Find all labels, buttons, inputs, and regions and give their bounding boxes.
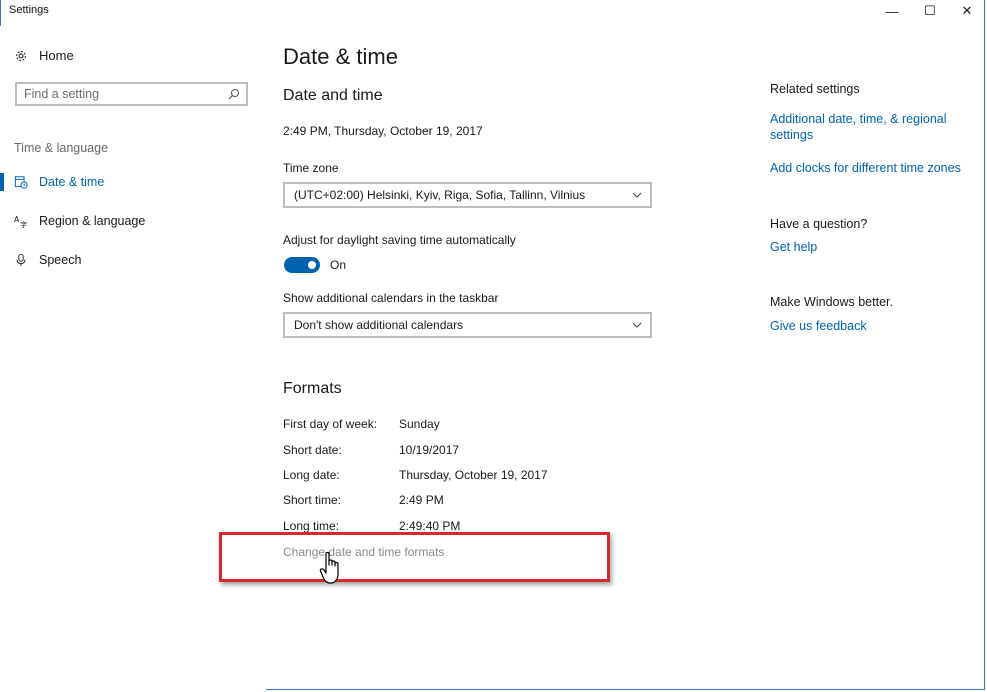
format-key: Short time: <box>283 493 342 507</box>
get-help-link[interactable]: Get help <box>770 239 970 255</box>
format-value: Thursday, October 19, 2017 <box>399 468 548 482</box>
format-value: Sunday <box>399 417 440 431</box>
sidebar-item-label: Speech <box>39 253 82 267</box>
format-key: First day of week: <box>283 417 378 431</box>
time-zone-dropdown[interactable]: (UTC+02:00) Helsinki, Kyiv, Riga, Sofia,… <box>283 182 652 208</box>
close-button[interactable]: ✕ <box>950 0 984 22</box>
make-windows-better-heading: Make Windows better. <box>770 295 893 309</box>
question-heading: Have a question? <box>770 217 868 231</box>
highlight-box <box>219 532 610 582</box>
home-nav-item[interactable]: Home <box>14 48 74 63</box>
microphone-icon <box>16 253 26 267</box>
sidebar-item-speech[interactable]: Speech <box>0 249 250 271</box>
gear-icon <box>16 50 26 61</box>
sidebar: Home Find a setting Time & language Date… <box>0 26 266 690</box>
sidebar-item-label: Date & time <box>39 175 105 189</box>
search-placeholder: Find a setting <box>24 87 100 101</box>
dst-label: Adjust for daylight saving time automati… <box>283 233 516 247</box>
format-value: 2:49:40 PM <box>399 519 461 533</box>
chevron-down-icon <box>632 192 642 198</box>
section-heading-date-time: Date and time <box>283 87 383 104</box>
format-key: Long time: <box>283 519 340 533</box>
calendars-dropdown[interactable]: Don't show additional calendars <box>283 312 652 338</box>
dst-state-label: On <box>330 258 347 272</box>
calendars-value: Don't show additional calendars <box>294 318 464 332</box>
feedback-link[interactable]: Give us feedback <box>770 318 970 334</box>
maximize-button[interactable]: ☐ <box>913 0 947 22</box>
chevron-down-icon <box>632 322 642 328</box>
minimize-button[interactable]: — <box>875 0 909 22</box>
section-heading-formats: Formats <box>283 380 342 397</box>
group-label: Time & language <box>14 141 109 155</box>
toggle-knob <box>308 261 316 269</box>
calendars-label: Show additional calendars in the taskbar <box>283 291 499 305</box>
time-zone-value: (UTC+02:00) Helsinki, Kyiv, Riga, Sofia,… <box>294 188 586 202</box>
region-language-icon: A 字 <box>14 215 27 228</box>
add-clocks-link[interactable]: Add clocks for different time zones <box>770 160 980 176</box>
hand-cursor-icon <box>319 552 339 584</box>
page-title: Date & time <box>283 44 398 69</box>
related-settings-heading: Related settings <box>770 82 860 96</box>
time-zone-label: Time zone <box>283 161 339 175</box>
search-input[interactable]: Find a setting <box>15 82 248 106</box>
current-datetime: 2:49 PM, Thursday, October 19, 2017 <box>283 124 483 138</box>
title-bar: Settings — ☐ ✕ <box>0 0 987 26</box>
dst-toggle[interactable] <box>284 257 320 273</box>
svg-text:字: 字 <box>20 220 27 228</box>
regional-settings-link[interactable]: Additional date, time, & regional settin… <box>770 111 970 143</box>
calendar-clock-icon <box>14 176 28 189</box>
svg-text:A: A <box>14 215 20 224</box>
format-value: 2:49 PM <box>399 493 444 507</box>
format-key: Long date: <box>283 468 340 482</box>
format-key: Short date: <box>283 443 342 457</box>
window-title: Settings <box>9 4 49 16</box>
home-label: Home <box>39 48 74 63</box>
sidebar-item-date-time[interactable]: Date & time <box>0 171 250 193</box>
sidebar-item-label: Region & language <box>39 214 146 228</box>
sidebar-item-region-language[interactable]: A 字 Region & language <box>0 210 250 232</box>
format-value: 10/19/2017 <box>399 443 460 457</box>
search-icon <box>228 88 240 100</box>
